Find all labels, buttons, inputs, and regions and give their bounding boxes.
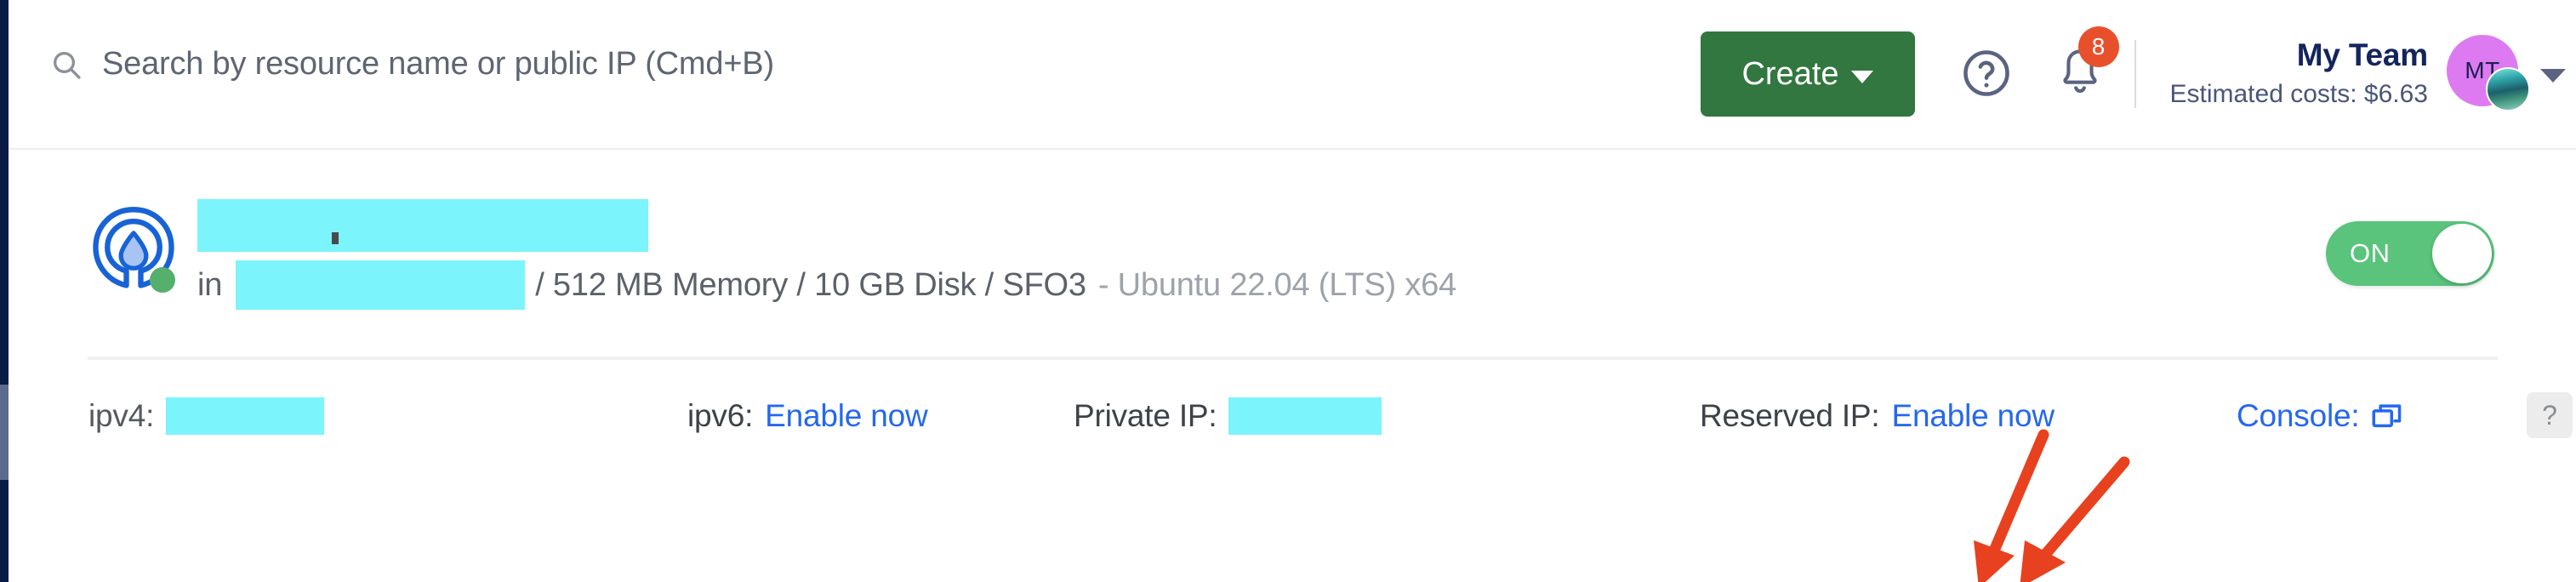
top-header-bar: Create 8 [9,0,2576,150]
digitalocean-droplet-icon [88,204,179,294]
search-input[interactable] [102,46,1378,83]
reserved-ip-field: Reserved IP: Enable now [1700,391,2055,442]
console-label[interactable]: Console: [2237,398,2360,434]
droplet-region-redacted [236,260,526,310]
droplet-os: - Ubuntu 22.04 (LTS) x64 [1097,266,1456,303]
droplet-detail-page: Create 8 [0,0,2576,582]
droplet-specs: / 512 MB Memory / 10 GB Disk / SFO3 [535,266,1086,303]
left-nav-rail [0,0,9,582]
create-button-label: Create [1741,55,1839,92]
reserved-ip-label: Reserved IP: [1700,398,1880,433]
team-info[interactable]: My Team Estimated costs: $6.63 [2170,37,2429,111]
header-divider [2134,40,2136,108]
search-icon [49,48,83,82]
droplet-identity: in / 512 MB Memory / 10 GB Disk / SFO3 -… [88,199,1456,310]
droplet-name-redacted [197,199,648,252]
region-preposition: in [197,266,223,303]
console-help-tooltip-button[interactable]: ? [2527,392,2573,438]
annotation-arrow-2 [2020,456,2130,582]
status-dot-active [150,267,175,293]
droplet-name-row[interactable] [197,199,1456,252]
ipv6-enable-now-link[interactable]: Enable now [765,398,928,434]
ipv4-label: ipv4: [88,398,155,433]
private-ip-value-redacted[interactable] [1228,397,1382,435]
notifications-button[interactable]: 8 [2053,26,2119,105]
network-info-row: ipv4: ipv6: Enable now Private IP: Reser… [88,391,2573,442]
text-cursor [332,232,339,244]
droplet-summary-card: in / 512 MB Memory / 10 GB Disk / SFO3 -… [9,151,2576,582]
power-toggle-knob [2432,224,2492,283]
ipv4-value-redacted[interactable] [166,397,325,435]
ipv6-field: ipv6: Enable now [687,391,928,442]
notification-badge: 8 [2077,26,2119,67]
reserved-ip-enable-now-link[interactable]: Enable now [1891,398,2055,434]
header-actions: Create 8 My Team Estimated costs: $6.63 … [1700,0,2566,148]
power-toggle[interactable]: ON [2326,221,2494,286]
avatar-secondary-image [2486,67,2530,111]
account-chevron-down-icon[interactable] [2540,69,2566,83]
question-mark-icon: ? [2542,399,2557,431]
avatar[interactable]: MT [2447,35,2530,113]
private-ip-label: Private IP: [1074,398,1217,433]
question-circle-icon [1959,46,2014,103]
chevron-down-icon [1850,70,1873,83]
droplet-spec-row: in / 512 MB Memory / 10 GB Disk / SFO3 -… [197,260,1456,310]
rail-scrollbar-thumb[interactable] [0,385,9,480]
private-ip-field: Private IP: [1074,391,1382,442]
global-search[interactable] [49,46,1378,83]
droplet-text-block: in / 512 MB Memory / 10 GB Disk / SFO3 -… [197,199,1456,310]
annotation-arrow-1 [1974,429,2049,582]
console-field[interactable]: Console: [2237,391,2405,442]
power-toggle-label: ON [2350,238,2391,268]
ipv6-label: ipv6: [687,398,754,433]
help-button[interactable] [1959,47,2014,101]
external-window-icon[interactable] [2369,398,2405,434]
section-divider [88,357,2498,360]
estimated-costs: Estimated costs: $6.63 [2169,79,2429,108]
ipv4-field: ipv4: [88,391,325,442]
create-button[interactable]: Create [1700,31,1915,117]
team-name: My Team [2296,37,2428,73]
